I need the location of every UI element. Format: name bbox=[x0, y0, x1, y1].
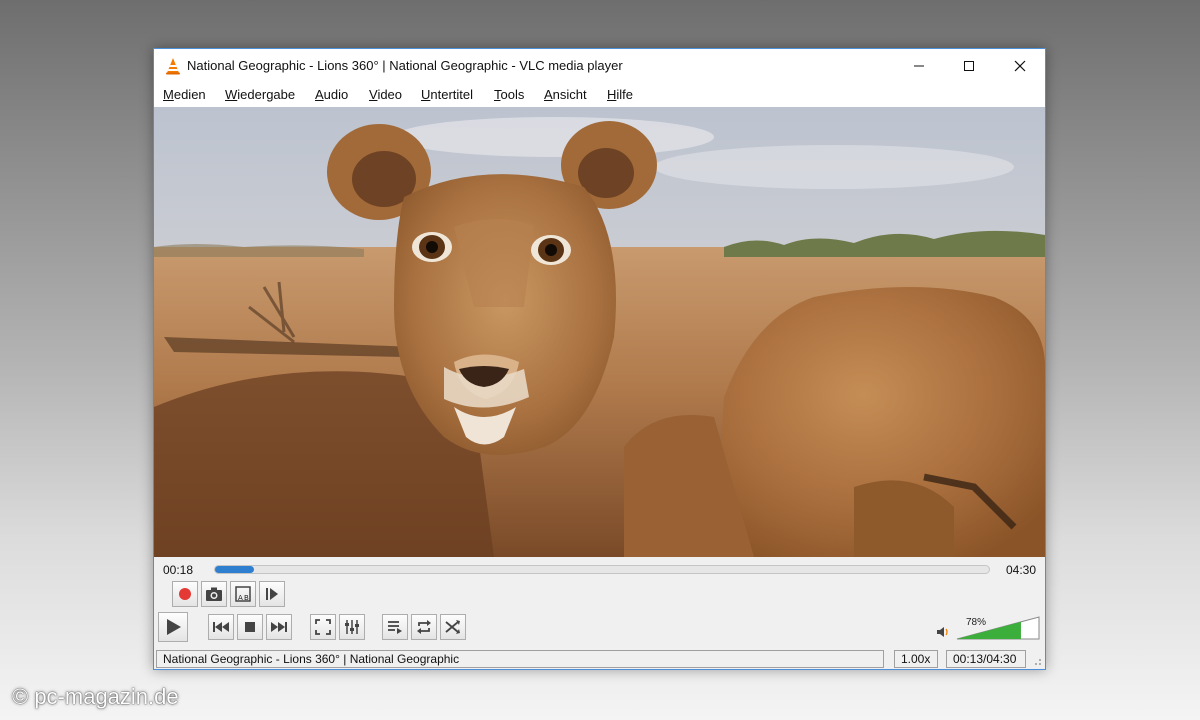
speaker-icon[interactable] bbox=[936, 626, 949, 638]
equalizer-icon bbox=[345, 620, 359, 634]
frame-step-button[interactable] bbox=[259, 581, 285, 607]
status-time[interactable]: 00:13/04:30 bbox=[946, 650, 1026, 668]
vlc-window: National Geographic - Lions 360° | Natio… bbox=[153, 48, 1046, 670]
snapshot-button[interactable] bbox=[201, 581, 227, 607]
next-button[interactable] bbox=[266, 614, 292, 640]
maximize-icon bbox=[964, 61, 974, 71]
frame-step-icon bbox=[266, 588, 278, 600]
record-button[interactable] bbox=[172, 581, 198, 607]
fullscreen-button[interactable] bbox=[310, 614, 336, 640]
watermark: © pc-magazin.de bbox=[12, 684, 179, 709]
shuffle-icon bbox=[445, 620, 460, 634]
menu-medien[interactable]: Medien bbox=[163, 87, 206, 102]
resize-grip-icon[interactable] bbox=[1032, 656, 1042, 666]
fullscreen-icon bbox=[315, 619, 331, 635]
menu-tools[interactable]: Tools bbox=[494, 87, 524, 102]
previous-button[interactable] bbox=[208, 614, 234, 640]
stop-button[interactable] bbox=[237, 614, 263, 640]
menu-wiedergabe[interactable]: Wiedergabe bbox=[225, 87, 295, 102]
minimize-icon bbox=[914, 65, 924, 67]
previous-icon bbox=[213, 622, 229, 632]
stop-icon bbox=[245, 622, 255, 632]
menu-hilfe[interactable]: Hilfe bbox=[607, 87, 633, 102]
menu-video[interactable]: Video bbox=[369, 87, 402, 102]
seek-progress bbox=[215, 566, 254, 573]
menu-bar: Medien Wiedergabe Audio Video Untertitel… bbox=[154, 83, 1045, 107]
record-icon bbox=[179, 588, 191, 600]
menu-untertitel[interactable]: Untertitel bbox=[421, 87, 473, 102]
svg-text:A: A bbox=[238, 594, 243, 602]
vlc-cone-icon bbox=[166, 58, 180, 75]
seek-slider[interactable] bbox=[214, 565, 990, 574]
menu-ansicht[interactable]: Ansicht bbox=[544, 87, 587, 102]
next-icon bbox=[271, 622, 287, 632]
menu-audio[interactable]: Audio bbox=[315, 87, 348, 102]
maximize-button[interactable] bbox=[946, 49, 992, 83]
status-speed[interactable]: 1.00x bbox=[894, 650, 938, 668]
volume-level bbox=[957, 621, 1021, 639]
loop-ab-button[interactable]: AB bbox=[230, 581, 256, 607]
loop-icon bbox=[417, 620, 431, 634]
svg-text:B: B bbox=[244, 594, 249, 602]
close-button[interactable] bbox=[997, 49, 1043, 83]
loop-ab-icon: AB bbox=[235, 586, 251, 602]
volume-slider[interactable] bbox=[956, 615, 1040, 641]
minimize-button[interactable] bbox=[896, 49, 942, 83]
playlist-button[interactable] bbox=[382, 614, 408, 640]
play-button[interactable] bbox=[158, 612, 188, 642]
extended-settings-button[interactable] bbox=[339, 614, 365, 640]
control-panel: 00:18 04:30 AB 78% bbox=[154, 557, 1045, 647]
playlist-icon bbox=[388, 621, 402, 634]
camera-icon bbox=[206, 587, 222, 601]
window-title: National Geographic - Lions 360° | Natio… bbox=[187, 58, 623, 73]
status-media-title: National Geographic - Lions 360° | Natio… bbox=[156, 650, 884, 668]
close-icon bbox=[1014, 60, 1026, 72]
elapsed-time: 00:18 bbox=[163, 563, 194, 577]
shuffle-button[interactable] bbox=[440, 614, 466, 640]
play-icon bbox=[167, 619, 181, 635]
loop-button[interactable] bbox=[411, 614, 437, 640]
video-frame bbox=[154, 107, 1045, 557]
video-display[interactable] bbox=[154, 107, 1045, 557]
status-bar: National Geographic - Lions 360° | Natio… bbox=[154, 648, 1045, 669]
title-bar: National Geographic - Lions 360° | Natio… bbox=[154, 49, 1045, 83]
total-time: 04:30 bbox=[1006, 563, 1037, 577]
